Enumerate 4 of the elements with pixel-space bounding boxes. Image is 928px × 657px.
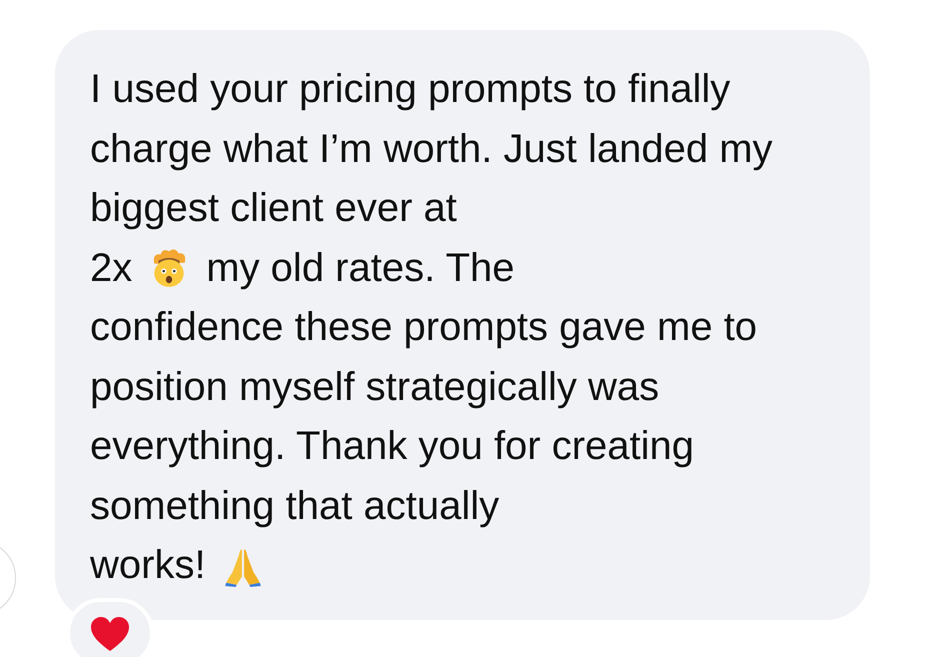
message-text: my old rates. The [206,244,515,292]
message-text: 2x [90,244,132,292]
heart-icon [90,616,130,652]
message-text: works! [90,542,206,589]
